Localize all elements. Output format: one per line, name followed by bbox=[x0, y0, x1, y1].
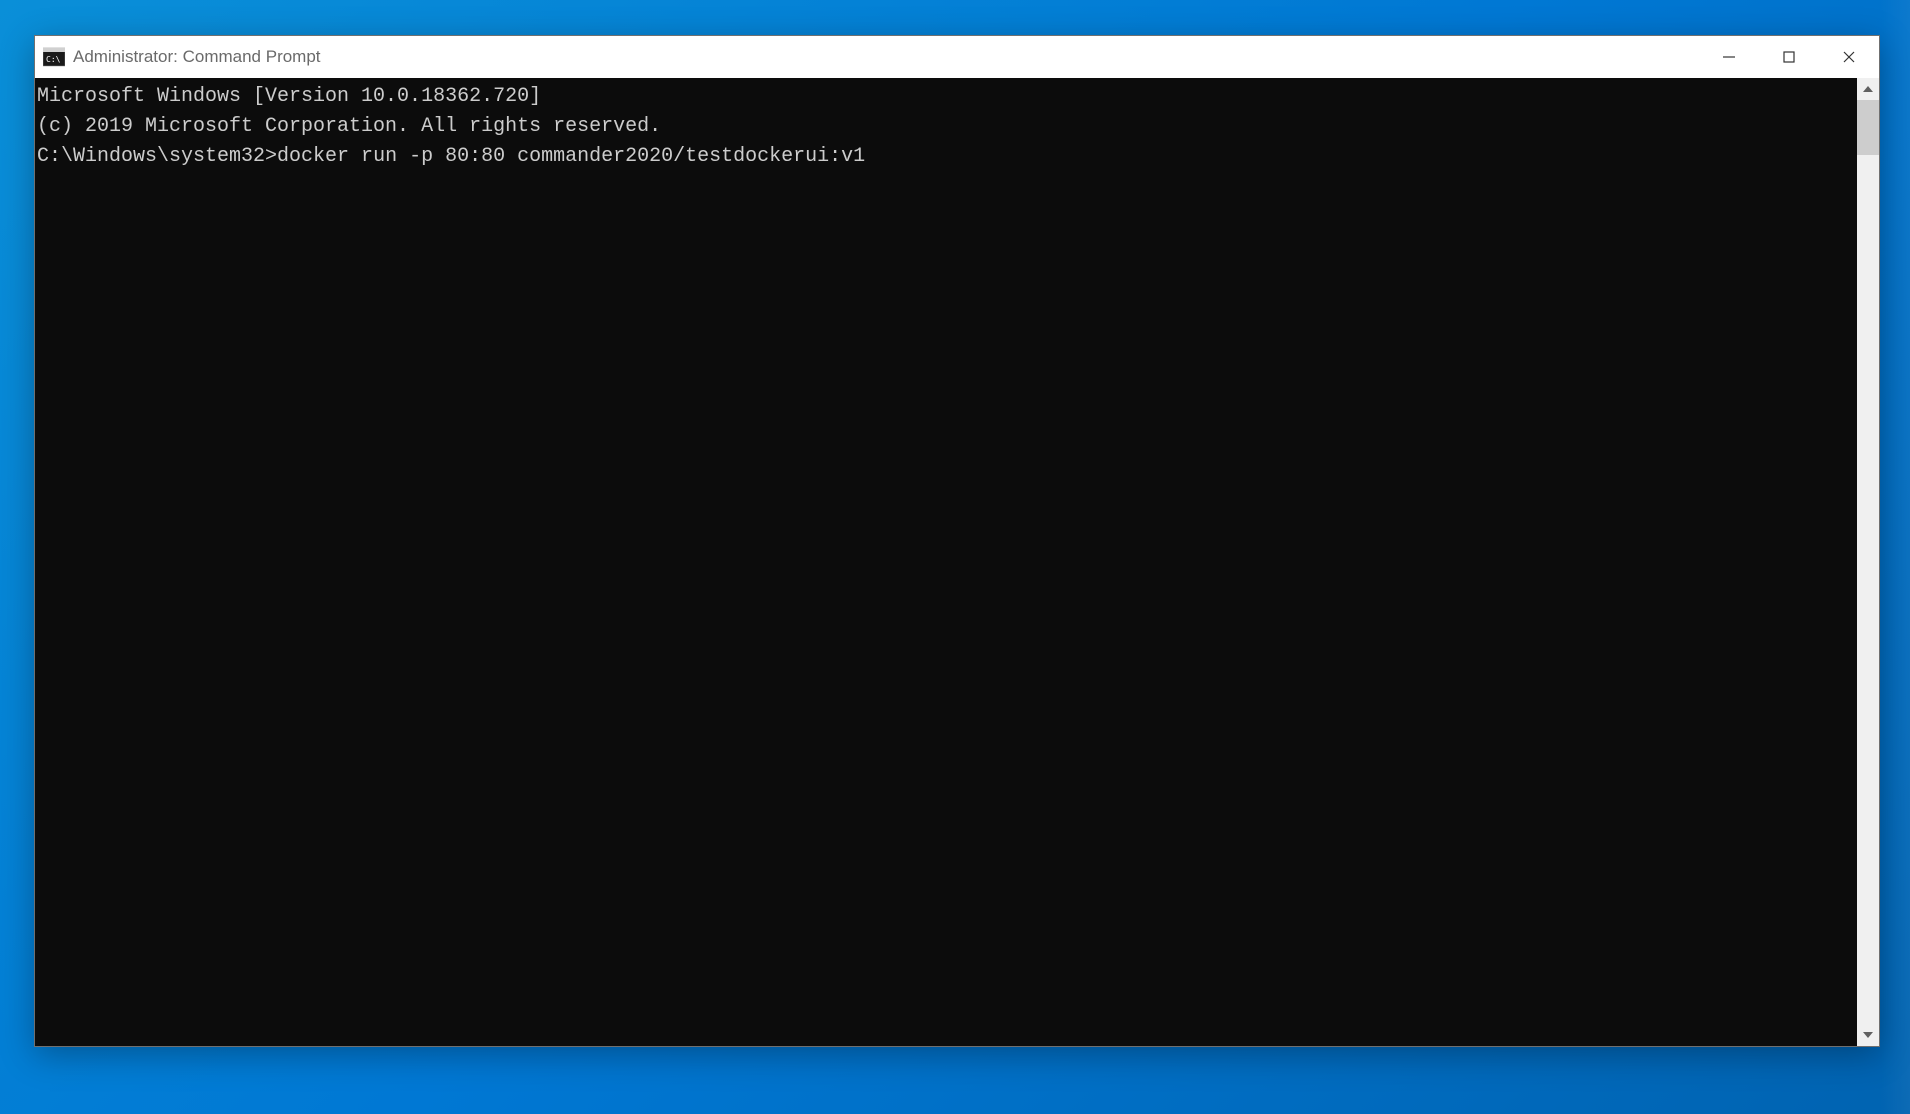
console-output[interactable]: Microsoft Windows [Version 10.0.18362.72… bbox=[35, 78, 1857, 1046]
console-line: C:\Windows\system32>docker run -p 80:80 … bbox=[37, 142, 1855, 172]
maximize-icon bbox=[1782, 50, 1796, 64]
minimize-icon bbox=[1722, 50, 1736, 64]
window-title: Administrator: Command Prompt bbox=[73, 47, 1699, 67]
command-prompt-window: C:\ Administrator: Command Prompt bbox=[34, 35, 1880, 1047]
chevron-up-icon bbox=[1863, 86, 1873, 92]
scroll-down-button[interactable] bbox=[1857, 1024, 1879, 1046]
vertical-scrollbar[interactable] bbox=[1857, 78, 1879, 1046]
scroll-up-button[interactable] bbox=[1857, 78, 1879, 100]
chevron-down-icon bbox=[1863, 1032, 1873, 1038]
scroll-thumb[interactable] bbox=[1857, 100, 1879, 155]
command-text: docker run -p 80:80 commander2020/testdo… bbox=[277, 145, 865, 168]
minimize-button[interactable] bbox=[1699, 36, 1759, 78]
window-controls bbox=[1699, 36, 1879, 78]
cmd-icon: C:\ bbox=[43, 46, 65, 68]
scroll-track[interactable] bbox=[1857, 100, 1879, 1024]
titlebar[interactable]: C:\ Administrator: Command Prompt bbox=[35, 36, 1879, 78]
console-area: Microsoft Windows [Version 10.0.18362.72… bbox=[35, 78, 1879, 1046]
prompt-text: C:\Windows\system32> bbox=[37, 145, 277, 168]
maximize-button[interactable] bbox=[1759, 36, 1819, 78]
close-button[interactable] bbox=[1819, 36, 1879, 78]
desktop-background-edge bbox=[1880, 0, 1910, 1114]
svg-text:C:\: C:\ bbox=[46, 55, 61, 64]
close-icon bbox=[1842, 50, 1856, 64]
console-line: Microsoft Windows [Version 10.0.18362.72… bbox=[37, 82, 1855, 112]
console-line: (c) 2019 Microsoft Corporation. All righ… bbox=[37, 112, 1855, 142]
